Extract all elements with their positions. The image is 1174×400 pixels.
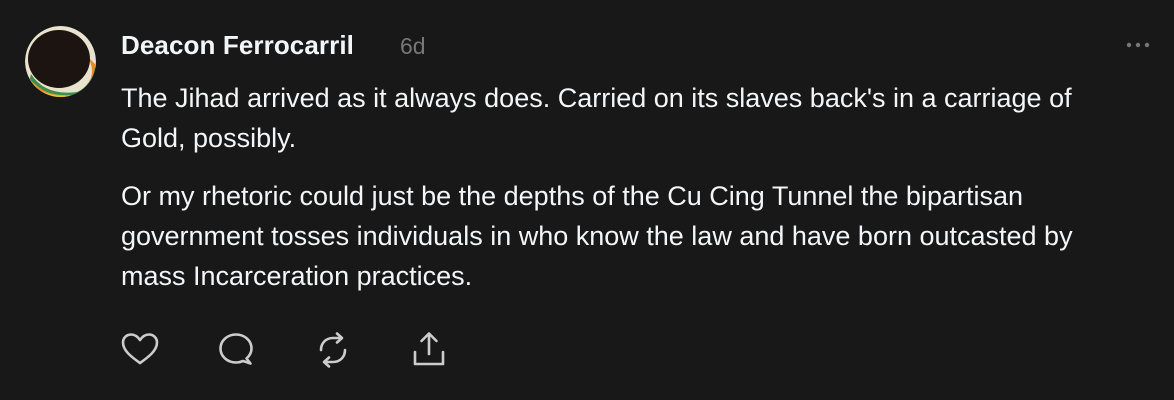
post-text-paragraph: The Jihad arrived as it always does. Car… bbox=[121, 83, 1072, 153]
repost-icon bbox=[319, 332, 347, 368]
repost-button[interactable] bbox=[311, 328, 355, 372]
more-options-icon bbox=[1126, 42, 1150, 48]
post-card: Deacon Ferrocarril 6d The Jihad arrived … bbox=[0, 0, 1174, 400]
more-options-button[interactable] bbox=[1118, 30, 1158, 60]
like-button[interactable] bbox=[118, 328, 162, 372]
share-button[interactable] bbox=[407, 328, 451, 372]
reply-button[interactable] bbox=[214, 328, 258, 372]
avatar[interactable] bbox=[25, 26, 96, 97]
heart-icon bbox=[121, 333, 159, 365]
share-icon bbox=[413, 332, 445, 366]
avatar-image bbox=[25, 26, 96, 97]
post-timestamp: 6d bbox=[400, 33, 426, 59]
comment-icon bbox=[219, 333, 253, 365]
post-text-paragraph: Or my rhetoric could just be the depths … bbox=[121, 181, 1073, 291]
author-name[interactable]: Deacon Ferrocarril bbox=[121, 30, 354, 61]
